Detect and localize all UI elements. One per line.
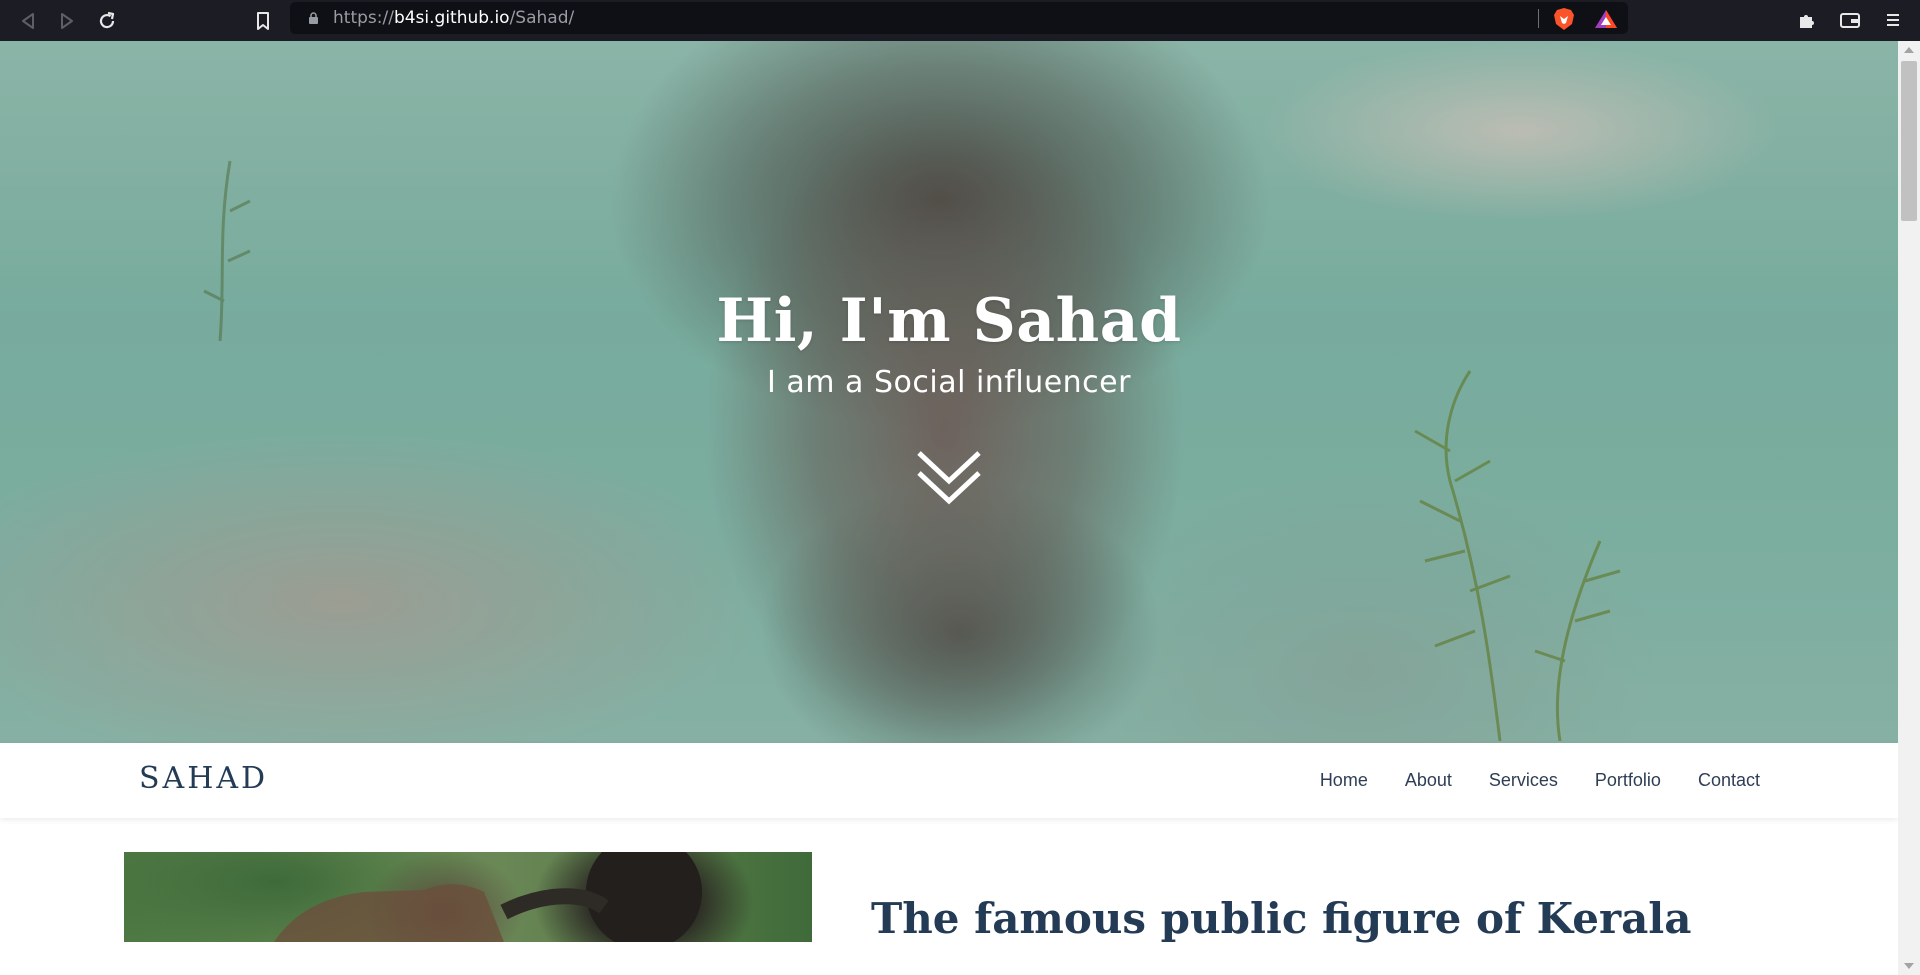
url-divider: [1538, 9, 1539, 28]
reload-icon[interactable]: [92, 6, 122, 36]
web-page: Hi, I'm Sahad I am a Social influencer S…: [0, 41, 1898, 975]
nav-link-home[interactable]: Home: [1320, 768, 1368, 792]
scroll-down-arrow-icon[interactable]: [1904, 963, 1914, 969]
site-logo[interactable]: SAHAD: [139, 761, 268, 797]
wallet-icon[interactable]: [1837, 7, 1863, 33]
person-photo-illustration: [274, 852, 702, 942]
page-scrollbar[interactable]: [1898, 41, 1920, 975]
forward-icon[interactable]: [52, 6, 82, 36]
extensions-icon[interactable]: [1794, 7, 1820, 33]
bookmark-icon[interactable]: [248, 6, 278, 36]
back-icon[interactable]: [13, 6, 43, 36]
scroll-thumb[interactable]: [1901, 61, 1917, 221]
nav-link-about[interactable]: About: [1405, 768, 1452, 792]
address-bar[interactable]: https://b4si.github.io/Sahad/: [290, 2, 1628, 34]
menu-icon[interactable]: [1880, 7, 1906, 33]
url-text: https://b4si.github.io/Sahad/: [333, 8, 574, 28]
nav-link-portfolio[interactable]: Portfolio: [1595, 768, 1661, 792]
nav-links: Home About Services Portfolio Contact: [1283, 768, 1760, 792]
hero-title: Hi, I'm Sahad: [716, 286, 1182, 356]
brave-rewards-icon[interactable]: [1594, 9, 1618, 29]
scroll-up-arrow-icon[interactable]: [1904, 47, 1914, 53]
about-heading: The famous public figure of Kerala: [871, 894, 1692, 943]
hero-subtitle: I am a Social influencer: [767, 365, 1131, 400]
lock-icon: [309, 12, 318, 24]
browser-toolbar: https://b4si.github.io/Sahad/: [0, 0, 1920, 41]
double-chevron-down-icon[interactable]: [915, 449, 983, 509]
about-photo: [124, 852, 812, 942]
site-navbar: SAHAD Home About Services Portfolio Cont…: [0, 743, 1898, 818]
brave-shields-icon[interactable]: [1553, 7, 1575, 31]
url-scheme: https://: [333, 8, 394, 28]
nav-link-contact[interactable]: Contact: [1698, 768, 1760, 792]
url-path: /Sahad/: [509, 8, 575, 28]
hero-section: Hi, I'm Sahad I am a Social influencer: [0, 41, 1898, 743]
nav-link-services[interactable]: Services: [1489, 768, 1558, 792]
url-host: b4si.github.io: [393, 8, 510, 28]
